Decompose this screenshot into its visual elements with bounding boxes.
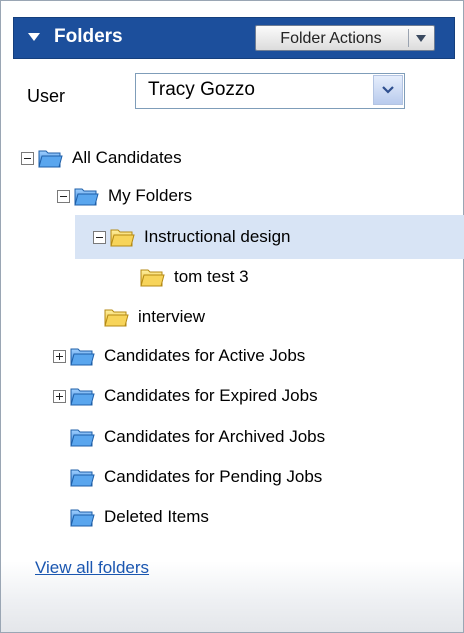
tree-node-label: Candidates for Expired Jobs	[104, 386, 318, 405]
blue-folder-icon	[38, 150, 63, 168]
tree-node-label: My Folders	[108, 186, 193, 205]
yellow-folder-icon	[104, 309, 129, 327]
tree-node-all-candidates[interactable]: All Candidates	[21, 143, 182, 173]
tree-node-deleted-items[interactable]: Deleted Items	[69, 502, 209, 532]
collapse-arrow-icon[interactable]	[28, 33, 40, 41]
folders-panel: Folders Folder Actions User Tracy Gozzo …	[0, 0, 464, 633]
folders-header: Folders Folder Actions	[13, 17, 455, 59]
collapse-toggle-icon[interactable]	[21, 151, 34, 165]
user-label: User	[27, 86, 66, 106]
folder-actions-button[interactable]: Folder Actions	[255, 25, 435, 51]
yellow-folder-icon	[140, 269, 165, 287]
tree-node-label: Candidates for Pending Jobs	[104, 467, 323, 486]
blue-folder-icon	[70, 348, 95, 366]
folder-actions-label: Folder Actions	[280, 30, 382, 47]
tree-node-label: Candidates for Active Jobs	[104, 346, 306, 365]
tree-node-expired-jobs[interactable]: Candidates for Expired Jobs	[53, 381, 318, 411]
tree-node-label: Instructional design	[144, 227, 291, 246]
chevron-down-icon	[382, 86, 394, 94]
blue-folder-icon	[74, 188, 99, 206]
blue-folder-icon	[70, 469, 95, 487]
view-all-folders-link[interactable]: View all folders	[35, 558, 149, 578]
tree-node-my-folders[interactable]: My Folders	[57, 181, 192, 211]
panel-title: Folders	[54, 26, 123, 47]
chevron-down-icon[interactable]	[416, 35, 426, 42]
tree-node-interview[interactable]: interview	[103, 302, 205, 332]
tree-node-active-jobs[interactable]: Candidates for Active Jobs	[53, 341, 305, 371]
collapse-toggle-icon[interactable]	[93, 230, 106, 244]
expand-toggle-icon[interactable]	[53, 349, 66, 363]
blue-folder-icon	[70, 509, 95, 527]
user-select[interactable]: Tracy Gozzo	[135, 73, 405, 109]
tree-node-instructional-design[interactable]: Instructional design	[93, 222, 290, 252]
tree-node-label: All Candidates	[72, 148, 182, 167]
tree-node-pending-jobs[interactable]: Candidates for Pending Jobs	[69, 462, 322, 492]
blue-folder-icon	[70, 429, 95, 447]
tree-node-label: interview	[138, 307, 206, 326]
tree-node-label: tom test 3	[174, 267, 249, 286]
yellow-folder-icon	[110, 229, 135, 247]
tree-node-tom-test-3[interactable]: tom test 3	[139, 262, 249, 292]
user-select-dropdown-button[interactable]	[373, 75, 403, 105]
expand-toggle-icon[interactable]	[53, 389, 66, 403]
blue-folder-icon	[70, 388, 95, 406]
button-separator	[408, 29, 409, 47]
user-select-value: Tracy Gozzo	[148, 79, 255, 100]
collapse-toggle-icon[interactable]	[57, 189, 70, 203]
tree-node-label: Deleted Items	[104, 507, 209, 526]
tree-node-archived-jobs[interactable]: Candidates for Archived Jobs	[69, 422, 325, 452]
tree-node-label: Candidates for Archived Jobs	[104, 427, 326, 446]
